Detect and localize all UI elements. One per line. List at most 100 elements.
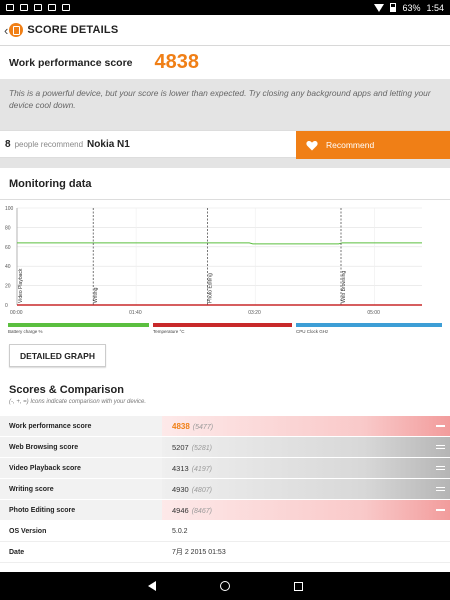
minus-icon [436, 508, 445, 512]
notification-icon [48, 4, 56, 11]
monitoring-card: Monitoring data 0 20 40 60 80 100 00:00 01:40 03… [0, 168, 450, 572]
score-description: This is a powerful device, but your scor… [9, 88, 431, 110]
score-row-label: Photo Editing score [9, 506, 76, 514]
equal-icon [436, 486, 445, 493]
info-value: 7月 2 2015 01:53 [172, 549, 226, 556]
score-value-text: 4838 [172, 421, 190, 431]
score-row[interactable]: Writing score 4930 (4807) [0, 479, 450, 500]
score-row[interactable]: Web Browsing score 5207 (5281) [0, 437, 450, 458]
score-row[interactable]: Photo Editing score 4946 (8467) [0, 500, 450, 521]
x-tick-label: 01:40 [129, 310, 142, 316]
score-row-value: 5207 (5281) [172, 443, 212, 452]
equal-icon [436, 465, 445, 472]
recommend-button[interactable]: Recommend [296, 131, 450, 159]
legend-cpu-label: CPU Clock GHz [296, 329, 329, 334]
segment-label: Video Playback [18, 268, 24, 303]
chevron-left-icon[interactable]: ‹ [4, 23, 8, 38]
y-tick-label: 20 [5, 284, 11, 290]
scores-subtitle: (-, +, =) Icons indicate comparison with… [9, 399, 147, 405]
score-row-label: Web Browsing score [9, 443, 79, 451]
scores-table: Work performance score 4838 (5477) Web Br… [0, 416, 450, 563]
scores-title: Scores & Comparison [9, 384, 124, 396]
legend-cpu-bar [296, 323, 442, 327]
score-compare: (8467) [191, 507, 212, 515]
detailed-graph-button[interactable]: DETAILED GRAPH [9, 344, 106, 367]
score-row[interactable]: Video Playback score 4313 (4197) [0, 458, 450, 479]
score-row-label: Work performance score [9, 422, 92, 430]
y-tick-label: 40 [5, 264, 11, 270]
segment-label: Writing [93, 287, 99, 303]
recent-apps-icon[interactable] [293, 581, 303, 591]
monitoring-title: Monitoring data [9, 178, 92, 190]
legend-battery-label: Battery charge % [8, 329, 43, 334]
notification-icon [20, 4, 28, 11]
score-row[interactable]: Work performance score 4838 (5477) [0, 416, 450, 437]
wifi-icon [374, 3, 385, 12]
score-compare-value: 5281 [194, 444, 210, 452]
score-compare-value: 4807 [194, 486, 210, 494]
clock: 1:54 [426, 2, 444, 13]
score-compare-value: 5477 [195, 423, 211, 431]
y-tick-label: 100 [5, 206, 14, 212]
app-bar: ‹ SCORE DETAILS [0, 15, 450, 46]
segment-label: Web Browsing [341, 271, 347, 303]
minus-icon [436, 424, 445, 428]
x-tick-label: 03:20 [248, 310, 261, 316]
score-row-value: 4946 (8467) [172, 506, 212, 515]
device-name: Nokia N1 [87, 138, 130, 150]
heart-icon [306, 140, 318, 150]
info-label: Date [9, 548, 25, 556]
recommend-button-label: Recommend [326, 140, 375, 150]
page-title: SCORE DETAILS [27, 24, 119, 36]
info-row-os: OS Version 5.0.2 [0, 521, 450, 542]
notification-icons [6, 4, 70, 11]
score-value-text: 5207 [172, 442, 189, 452]
recommend-card: 8 people recommend Nokia N1 Recommend [0, 130, 450, 159]
equal-icon [436, 444, 445, 451]
y-tick-label: 80 [5, 225, 11, 231]
score-compare: (4197) [191, 465, 212, 473]
score-value: 4838 [154, 51, 200, 73]
battery-percent: 63% [402, 2, 421, 13]
score-row-label: Video Playback score [9, 464, 81, 472]
back-icon[interactable] [147, 581, 156, 591]
notification-icon [62, 4, 70, 11]
score-label: Work performance score [9, 56, 133, 69]
score-compare-value: 4197 [194, 465, 210, 473]
score-compare-value: 8467 [194, 507, 210, 515]
y-tick-label: 60 [5, 245, 11, 251]
score-row-label: Writing score [9, 485, 54, 493]
score-value-text: 4930 [172, 484, 189, 494]
legend-battery-bar [8, 323, 149, 327]
monitoring-chart: 0 20 40 60 80 100 00:00 01:40 03:20 05:00 Video Pl… [5, 206, 422, 316]
y-tick-label: 0 [5, 303, 8, 309]
recommend-people-text: people recommend [14, 139, 84, 149]
divider [0, 199, 450, 200]
home-icon[interactable] [219, 581, 230, 591]
info-label: OS Version [9, 527, 47, 535]
score-value-text: 4946 [172, 505, 189, 515]
x-tick-label: 00:00 [10, 310, 23, 316]
status-bar: 63% 1:54 [0, 0, 450, 15]
score-value-text: 4313 [172, 463, 189, 473]
score-compare: (5477) [192, 423, 214, 431]
score-row-value: 4313 (4197) [172, 464, 212, 473]
score-row-value: 4838 (5477) [172, 422, 213, 431]
segment-label: Photo Editing [208, 273, 214, 303]
score-compare: (5281) [191, 444, 212, 452]
score-compare: (4807) [191, 486, 212, 494]
info-row-date: Date 7月 2 2015 01:53 [0, 542, 450, 563]
navigation-bar [0, 572, 450, 600]
app-logo-icon [9, 23, 24, 37]
notification-icon [6, 4, 14, 11]
x-tick-label: 05:00 [367, 310, 380, 316]
score-row-value: 4930 (4807) [172, 485, 212, 494]
recommend-count: 8 [5, 138, 11, 150]
info-value: 5.0.2 [172, 527, 188, 535]
legend-temperature-bar [153, 323, 292, 327]
notification-icon [34, 4, 42, 11]
series-line [17, 242, 422, 245]
battery-icon [390, 3, 397, 12]
score-card: Work performance score 4838 [0, 46, 450, 79]
legend-temperature-label: Temperature °C [153, 329, 185, 334]
